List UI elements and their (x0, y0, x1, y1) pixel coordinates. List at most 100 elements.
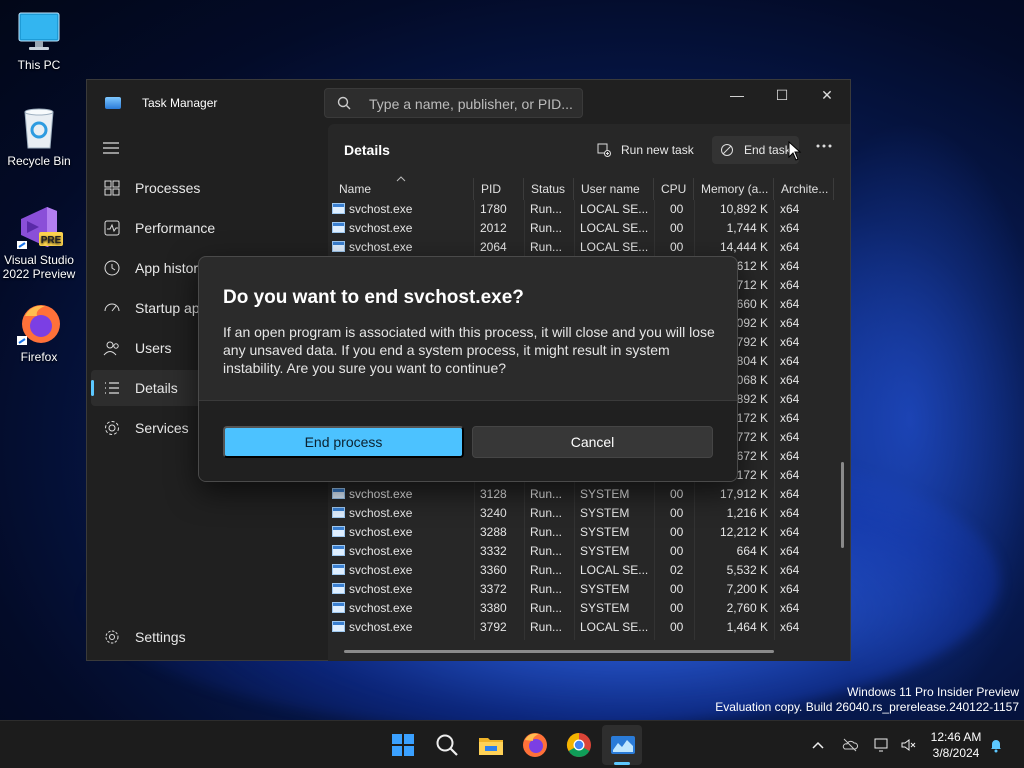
chrome-icon[interactable] (565, 731, 593, 759)
cell-name: svchost.exe (349, 487, 413, 501)
cell-architecture: x64 (780, 487, 800, 501)
task-manager-icon[interactable] (609, 731, 637, 759)
table-row[interactable]: svchost.exe 3240 Run... SYSTEM 00 1,216 K x64 (328, 504, 836, 523)
column-header-architecture[interactable]: Archite... (774, 178, 834, 200)
cell-pid: 2012 (480, 221, 507, 235)
dialog-title: Do you want to end svchost.exe? (223, 287, 524, 308)
process-icon (332, 564, 345, 575)
end-task-button[interactable]: End task (712, 136, 799, 164)
app-history-icon (104, 260, 120, 276)
cell-name: svchost.exe (349, 582, 413, 596)
table-row[interactable]: svchost.exe 3332 Run... SYSTEM 00 664 K x64 (328, 542, 836, 561)
cell-user-name: SYSTEM (580, 582, 630, 596)
table-row[interactable]: svchost.exe 3128 Run... SYSTEM 00 17,912 K x64 (328, 485, 836, 504)
search-icon[interactable] (433, 731, 461, 759)
sidebar-item-performance[interactable]: Performance (91, 210, 323, 246)
cell-name: svchost.exe (349, 525, 413, 539)
sidebar-item-label: Processes (135, 180, 201, 196)
maximize-button[interactable]: ☐ (759, 80, 805, 110)
run-new-task-button[interactable]: Run new task (589, 136, 702, 164)
desktop-icon-recycle-bin[interactable]: Recycle Bin (0, 106, 78, 168)
chevron-up-icon[interactable] (810, 737, 826, 753)
process-icon (332, 488, 345, 499)
clock[interactable]: 12:46 AM 3/8/2024 (924, 729, 988, 761)
table-row[interactable]: svchost.exe 1780 Run... LOCAL SE... 00 10,892… (328, 200, 836, 219)
search-box[interactable] (324, 88, 583, 118)
cell-pid: 3372 (480, 582, 507, 596)
cancel-button[interactable]: Cancel (472, 426, 713, 458)
cell-architecture: x64 (780, 221, 800, 235)
desktop-icon-firefox[interactable]: Firefox (0, 302, 78, 364)
sidebar-item-label: Performance (135, 220, 216, 236)
table-row[interactable]: svchost.exe 3792 Run... LOCAL SE... 00 1,464 … (328, 618, 836, 637)
run-new-task-label: Run new task (621, 143, 694, 157)
cell-name-wrapper: svchost.exe (332, 240, 412, 254)
column-header-user-name[interactable]: User name (574, 178, 654, 200)
cell-status: Run... (530, 506, 563, 520)
horizontal-scrollbar[interactable] (344, 650, 774, 653)
cell-user-name: SYSTEM (580, 525, 630, 539)
column-header-memory[interactable]: Memory (a... (694, 178, 774, 200)
cell-name: svchost.exe (349, 563, 413, 577)
cell-pid: 3792 (480, 620, 507, 634)
cell-memory: 10,892 K (719, 202, 768, 216)
end-process-button[interactable]: End process (223, 426, 464, 458)
close-button[interactable]: ✕ (804, 80, 850, 110)
cell-status: Run... (530, 202, 563, 216)
cell-name-wrapper: svchost.exe (332, 620, 412, 634)
cell-architecture: x64 (780, 582, 800, 596)
search-input[interactable] (369, 94, 574, 114)
table-row[interactable]: svchost.exe 3288 Run... SYSTEM 00 12,212 K x64 (328, 523, 836, 542)
cell-architecture: x64 (780, 354, 800, 368)
maximize-icon: ☐ (775, 86, 789, 103)
title-bar[interactable]: Task Manager — ☐ ✕ (87, 80, 850, 124)
cell-status: Run... (530, 525, 563, 539)
cell-name-wrapper: svchost.exe (332, 506, 412, 520)
column-header-status[interactable]: Status (524, 178, 574, 200)
column-header-pid[interactable]: PID (474, 178, 524, 200)
cell-memory: 5,532 K (726, 563, 768, 577)
minimize-button[interactable]: — (714, 80, 760, 110)
desktop-icon-this-pc[interactable]: This PC (0, 10, 78, 72)
run-new-task-icon (597, 143, 611, 157)
desktop-icon-label: Firefox (20, 350, 58, 364)
firefox-icon[interactable] (521, 731, 549, 759)
column-header-cpu[interactable]: CPU (654, 178, 694, 200)
vertical-scrollbar[interactable] (841, 462, 844, 548)
notification-bell-icon[interactable] (988, 737, 1004, 753)
network-icon[interactable] (874, 737, 890, 753)
cell-name: svchost.exe (349, 544, 413, 558)
more-options-icon[interactable] (816, 144, 832, 148)
table-row[interactable]: svchost.exe 3372 Run... SYSTEM 00 7,200 K x64 (328, 580, 836, 599)
sidebar-item-label: Services (135, 420, 189, 436)
desktop-icon-visual-studio[interactable]: PRE Visual Studio 2022 Preview (0, 205, 78, 281)
table-row[interactable]: svchost.exe 2064 Run... LOCAL SE... 00 14,444… (328, 238, 836, 257)
startup-apps-icon (104, 303, 120, 312)
hamburger-menu-icon[interactable] (103, 142, 119, 154)
onedrive-icon[interactable] (842, 737, 858, 753)
volume-muted-icon[interactable] (900, 737, 916, 753)
cell-user-name: LOCAL SE... (580, 202, 649, 216)
cell-name-wrapper: svchost.exe (332, 563, 412, 577)
cell-cpu: 00 (670, 202, 684, 216)
cell-status: Run... (530, 240, 563, 254)
window-title: Task Manager (142, 96, 218, 110)
sidebar-item-settings[interactable]: Settings (91, 619, 323, 655)
cell-architecture: x64 (780, 278, 800, 292)
process-icon (332, 507, 345, 518)
minimize-icon: — (730, 87, 744, 103)
clock-date: 3/8/2024 (932, 746, 980, 760)
table-row[interactable]: svchost.exe 2012 Run... LOCAL SE... 00 1,744 … (328, 219, 836, 238)
file-explorer-icon[interactable] (477, 731, 505, 759)
table-row[interactable]: svchost.exe 3360 Run... LOCAL SE... 02 5,532 … (328, 561, 836, 580)
cell-memory: 1,216 K (726, 506, 768, 520)
cell-name: svchost.exe (349, 202, 413, 216)
table-row[interactable]: svchost.exe 3380 Run... SYSTEM 00 2,760 K x64 (328, 599, 836, 618)
cell-memory: 14,444 K (719, 240, 768, 254)
cell-architecture: x64 (780, 335, 800, 349)
cell-cpu: 00 (670, 582, 684, 596)
sidebar-item-processes[interactable]: Processes (91, 170, 323, 206)
dialog-message: If an open program is associated with th… (223, 324, 715, 376)
start-icon[interactable] (389, 731, 417, 759)
watermark-line-1: Windows 11 Pro Insider Preview (847, 685, 1019, 699)
